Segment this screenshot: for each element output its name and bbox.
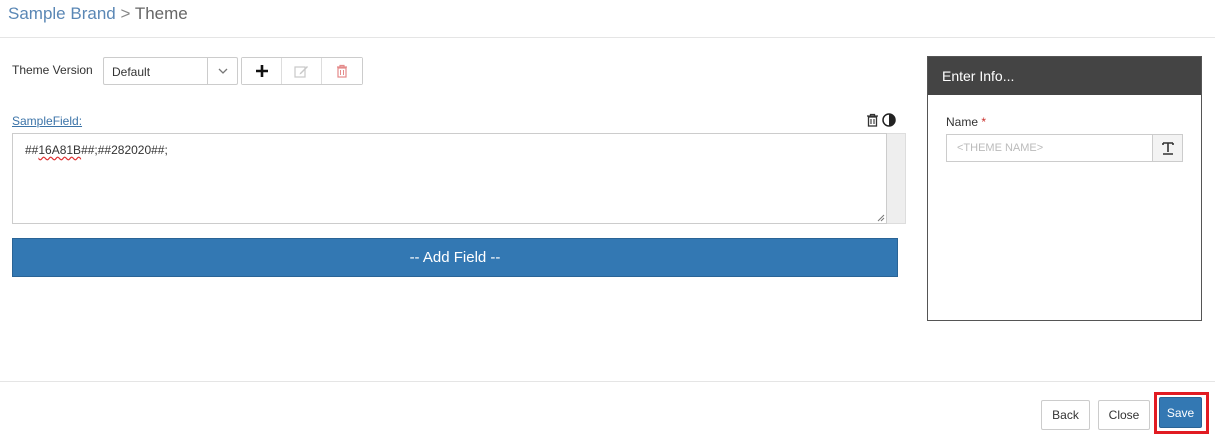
breadcrumb: Sample Brand > Theme <box>8 4 188 24</box>
textarea-scrollbar[interactable] <box>887 133 906 224</box>
name-label: Name * <box>946 115 986 129</box>
delete-version-button[interactable] <box>322 58 362 84</box>
theme-version-select[interactable]: Default <box>103 57 238 85</box>
close-button[interactable]: Close <box>1098 400 1150 430</box>
trash-icon <box>337 64 347 78</box>
enter-info-title: Enter Info... <box>928 57 1201 95</box>
sample-field-value: ##16A81B##;##282020##; <box>25 143 168 157</box>
chevron-down-icon[interactable] <box>207 58 237 84</box>
footer-divider <box>0 381 1215 382</box>
text-format-icon <box>1161 142 1174 155</box>
trash-icon[interactable] <box>866 113 879 127</box>
edit-icon <box>294 66 308 78</box>
edit-version-button[interactable] <box>282 58 322 84</box>
required-marker: * <box>981 115 987 129</box>
plus-icon <box>255 65 268 77</box>
theme-version-actions <box>241 57 363 85</box>
add-field-button[interactable]: -- Add Field -- <box>12 238 898 277</box>
sample-field-label[interactable]: SampleField: <box>12 114 82 128</box>
theme-version-value: Default <box>112 65 151 79</box>
breadcrumb-parent-link[interactable]: Sample Brand <box>8 4 116 23</box>
breadcrumb-current: Theme <box>134 4 188 23</box>
header-divider <box>0 37 1215 38</box>
resize-handle[interactable] <box>877 214 885 222</box>
back-button[interactable]: Back <box>1041 400 1090 430</box>
theme-name-input[interactable]: <THEME NAME> <box>946 134 1152 162</box>
field-tools <box>866 113 896 127</box>
save-button[interactable]: Save <box>1159 397 1202 428</box>
value-misspelled: 16A81B <box>38 143 82 157</box>
enter-info-panel: Enter Info... Name * <THEME NAME> <box>927 56 1202 321</box>
value-suffix: ##;##282020##; <box>81 143 168 157</box>
theme-name-placeholder: <THEME NAME> <box>957 142 1044 154</box>
value-prefix: ## <box>25 143 39 157</box>
text-format-button[interactable] <box>1152 134 1183 162</box>
theme-version-label: Theme Version <box>12 63 93 77</box>
name-label-text: Name <box>946 115 979 129</box>
add-version-button[interactable] <box>242 58 282 84</box>
contrast-icon[interactable] <box>882 113 896 127</box>
sample-field-textarea[interactable]: ##16A81B##;##282020##; <box>12 133 887 224</box>
breadcrumb-separator: > <box>120 4 131 23</box>
